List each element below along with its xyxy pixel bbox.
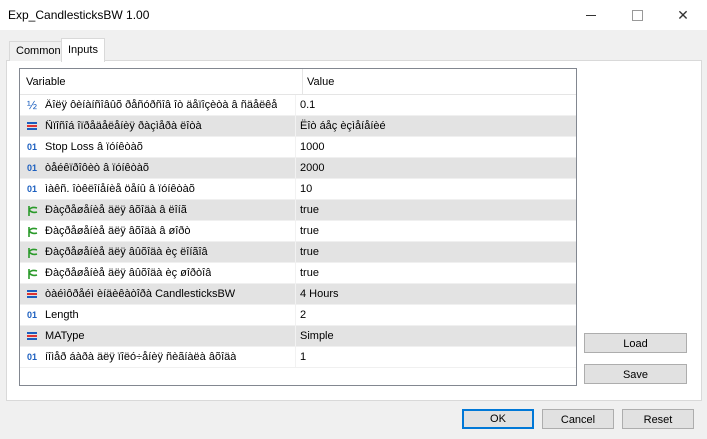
table-row[interactable]: 01 íîìåð áàðà äëÿ ïîëó÷åíèÿ ñèãíàëà âõîäà… bbox=[20, 347, 576, 368]
value-cell[interactable]: Simple bbox=[296, 330, 576, 342]
value-cell[interactable]: 2000 bbox=[296, 162, 576, 174]
minimize-icon bbox=[586, 14, 596, 16]
variable-label: íîìåð áàðà äëÿ ïîëó÷åíèÿ ñèãíàëà âõîäà bbox=[45, 351, 237, 363]
tab-inputs[interactable]: Inputs bbox=[61, 38, 105, 62]
value-cell[interactable]: 4 Hours bbox=[296, 288, 576, 300]
variable-cell: MAType bbox=[20, 326, 296, 346]
table-body: ½ Äîëÿ ôèíàíñîâûõ ðåñóðñîâ îò äåïîçèòà â … bbox=[20, 95, 576, 368]
title-bar[interactable]: Exp_CandlesticksBW 1.00 ✕ bbox=[0, 0, 707, 30]
variable-cell: 01 òåéêïðîôèò â ïóíêòàõ bbox=[20, 158, 296, 178]
enum-icon bbox=[25, 329, 39, 343]
table-row[interactable]: Ðàçðåøåíèå äëÿ âõîäà â øîðò true bbox=[20, 221, 576, 242]
table-row[interactable]: Ðàçðåøåíèå äëÿ âûõîäà èç ëîíãîâ true bbox=[20, 242, 576, 263]
variable-cell: 01 Length bbox=[20, 305, 296, 325]
table-row[interactable]: 01 Stop Loss â ïóíêòàõ 1000 bbox=[20, 137, 576, 158]
tab-common[interactable]: Common bbox=[9, 41, 68, 61]
fraction-icon: ½ bbox=[26, 98, 37, 112]
variable-label: Ðàçðåøåíèå äëÿ âûõîäà èç øîðòîâ bbox=[45, 267, 212, 279]
variable-cell: òàéìôðåéì èíäèêàòîðà CandlesticksBW bbox=[20, 284, 296, 304]
value-cell[interactable]: 0.1 bbox=[296, 99, 576, 111]
close-button[interactable]: ✕ bbox=[660, 0, 706, 30]
table-row[interactable]: òàéìôðåéì èíäèêàòîðà CandlesticksBW 4 Hou… bbox=[20, 284, 576, 305]
maximize-icon bbox=[631, 9, 643, 21]
table-row[interactable]: 01 òåéêïðîôèò â ïóíêòàõ 2000 bbox=[20, 158, 576, 179]
variable-label: Ðàçðåøåíèå äëÿ âõîäà â ëîíã bbox=[45, 204, 187, 216]
value-cell[interactable]: 1 bbox=[296, 351, 576, 363]
int-icon: 01 bbox=[26, 310, 37, 320]
table-header: Variable Value bbox=[20, 69, 576, 95]
value-cell[interactable]: 10 bbox=[296, 183, 576, 195]
value-cell[interactable]: 1000 bbox=[296, 141, 576, 153]
variable-cell: Ðàçðåøåíèå äëÿ âõîäà â ëîíã bbox=[20, 200, 296, 220]
variable-label: Length bbox=[45, 309, 79, 321]
variable-label: Ðàçðåøåíèå äëÿ âûõîäà èç ëîíãîâ bbox=[45, 246, 208, 258]
window-title: Exp_CandlesticksBW 1.00 bbox=[8, 8, 150, 22]
table-row[interactable]: Ñïîñîá îïðåäåëåíèÿ ðàçìåðà ëîòà Ëîò áåç è… bbox=[20, 116, 576, 137]
variable-cell: 01 íîìåð áàðà äëÿ ïîëó÷åíèÿ ñèãíàëà âõîäà bbox=[20, 347, 296, 367]
variable-label: Äîëÿ ôèíàíñîâûõ ðåñóðñîâ îò äåïîçèòà â ñ… bbox=[45, 99, 278, 111]
header-value[interactable]: Value bbox=[303, 69, 576, 94]
value-cell[interactable]: true bbox=[296, 225, 576, 237]
table-row[interactable]: 01 ìàêñ. îòêëîíåíèå öåíû â ïóíêòàõ 10 bbox=[20, 179, 576, 200]
int-icon: 01 bbox=[26, 352, 37, 362]
close-icon: ✕ bbox=[677, 6, 689, 23]
value-cell[interactable]: 2 bbox=[296, 309, 576, 321]
variable-cell: Ðàçðåøåíèå äëÿ âõîäà â øîðò bbox=[20, 221, 296, 241]
header-variable[interactable]: Variable bbox=[20, 69, 303, 94]
table-row[interactable]: ½ Äîëÿ ôèíàíñîâûõ ðåñóðñîâ îò äåïîçèòà â … bbox=[20, 95, 576, 116]
value-cell[interactable]: true bbox=[296, 246, 576, 258]
enum-icon bbox=[25, 287, 39, 301]
int-icon: 01 bbox=[26, 142, 37, 152]
variable-cell: Ðàçðåøåíèå äëÿ âûõîäà èç ëîíãîâ bbox=[20, 242, 296, 262]
bool-icon bbox=[25, 224, 39, 238]
variable-cell: 01 ìàêñ. îòêëîíåíèå öåíû â ïóíêòàõ bbox=[20, 179, 296, 199]
reset-button[interactable]: Reset bbox=[622, 409, 694, 429]
variable-cell: ½ Äîëÿ ôèíàíñîâûõ ðåñóðñîâ îò äåïîçèòà â … bbox=[20, 95, 296, 115]
bool-icon bbox=[25, 266, 39, 280]
variable-label: òàéìôðåéì èíäèêàòîðà CandlesticksBW bbox=[45, 288, 236, 300]
value-cell[interactable]: Ëîò áåç èçìåíåíèé bbox=[296, 120, 576, 132]
variable-label: Ñïîñîá îïðåäåëåíèÿ ðàçìåðà ëîòà bbox=[45, 120, 202, 132]
load-button[interactable]: Load bbox=[584, 333, 687, 353]
table-row[interactable]: Ðàçðåøåíèå äëÿ âõîäà â ëîíã true bbox=[20, 200, 576, 221]
ok-button[interactable]: OK bbox=[462, 409, 534, 429]
int-icon: 01 bbox=[26, 184, 37, 194]
table-row[interactable]: 01 Length 2 bbox=[20, 305, 576, 326]
variable-cell: Ðàçðåøåíèå äëÿ âûõîäà èç øîðòîâ bbox=[20, 263, 296, 283]
bool-icon bbox=[25, 203, 39, 217]
bool-icon bbox=[25, 245, 39, 259]
variable-label: ìàêñ. îòêëîíåíèå öåíû â ïóíêòàõ bbox=[45, 183, 195, 195]
table-row[interactable]: MAType Simple bbox=[20, 326, 576, 347]
maximize-button[interactable] bbox=[614, 0, 660, 30]
variable-label: MAType bbox=[45, 330, 85, 342]
variable-cell: Ñïîñîá îïðåäåëåíèÿ ðàçìåðà ëîòà bbox=[20, 116, 296, 136]
inputs-table[interactable]: Variable Value ½ Äîëÿ ôèíàíñîâûõ ðåñóðñîâ… bbox=[19, 68, 577, 386]
variable-label: òåéêïðîôèò â ïóíêòàõ bbox=[45, 162, 149, 174]
enum-icon bbox=[25, 119, 39, 133]
variable-cell: 01 Stop Loss â ïóíêòàõ bbox=[20, 137, 296, 157]
save-button[interactable]: Save bbox=[584, 364, 687, 384]
value-cell[interactable]: true bbox=[296, 204, 576, 216]
cancel-button[interactable]: Cancel bbox=[542, 409, 614, 429]
variable-label: Ðàçðåøåíèå äëÿ âõîäà â øîðò bbox=[45, 225, 191, 237]
value-cell[interactable]: true bbox=[296, 267, 576, 279]
int-icon: 01 bbox=[26, 163, 37, 173]
variable-label: Stop Loss â ïóíêòàõ bbox=[45, 141, 143, 153]
table-row[interactable]: Ðàçðåøåíèå äëÿ âûõîäà èç øîðòîâ true bbox=[20, 263, 576, 284]
minimize-button[interactable] bbox=[568, 0, 614, 30]
